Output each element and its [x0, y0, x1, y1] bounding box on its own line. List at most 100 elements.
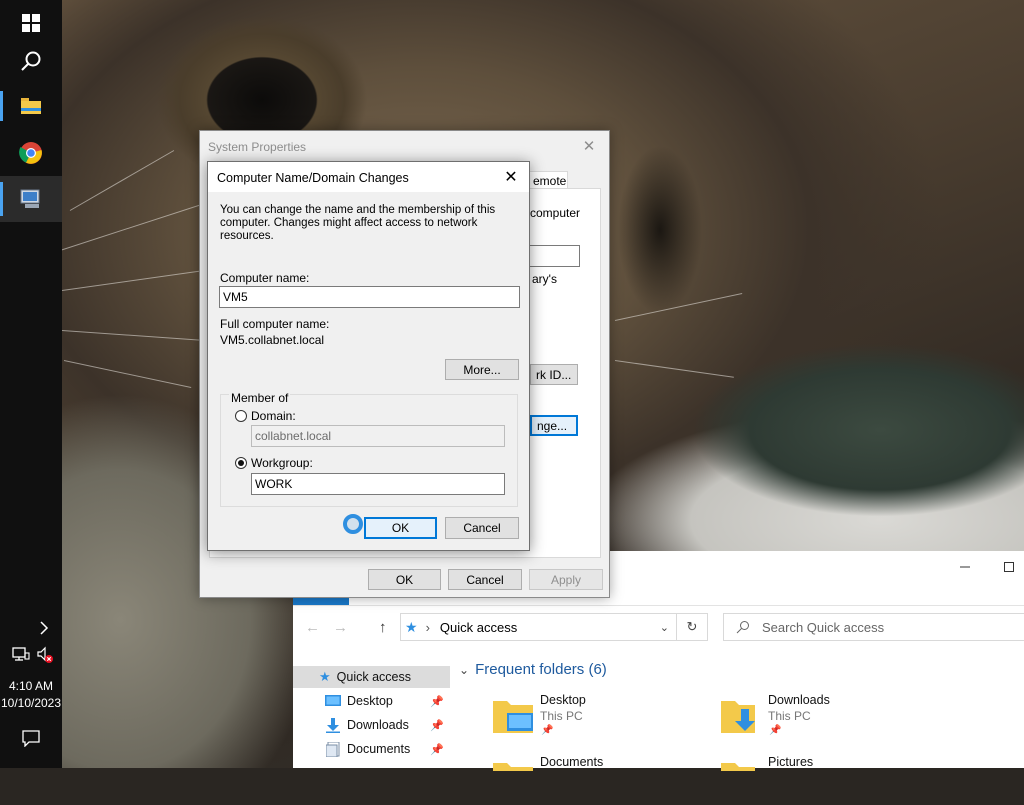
refresh-icon[interactable]: ↻: [676, 614, 707, 640]
nav-item-quick-access[interactable]: ★ Quick access: [293, 666, 450, 688]
taskbar-system-properties[interactable]: [0, 176, 62, 222]
dialog-titlebar: Computer Name/Domain Changes ✕: [208, 162, 529, 192]
ok-button[interactable]: OK: [364, 517, 437, 539]
change-button[interactable]: nge...: [530, 415, 578, 436]
workgroup-label: Workgroup:: [251, 456, 313, 470]
nav-item-desktop[interactable]: Desktop 📌: [293, 690, 450, 712]
file-explorer-icon: [21, 98, 41, 114]
network-tray-button[interactable]: [12, 646, 30, 665]
description-text-fragment-2: ary's: [532, 272, 557, 286]
domain-radio[interactable]: [235, 410, 247, 422]
pin-icon[interactable]: 📌: [430, 719, 444, 732]
ok-button[interactable]: OK: [368, 569, 441, 590]
network-id-button[interactable]: rk ID...: [530, 364, 578, 385]
minimize-button[interactable]: [942, 555, 988, 579]
folder-name: Pictures: [768, 755, 814, 769]
pictures-folder-icon: [721, 763, 755, 771]
quick-access-content: ⌄ Frequent folders (6) Desktop This PC 📌…: [453, 659, 1024, 771]
domain-input[interactable]: collabnet.local: [251, 425, 505, 447]
dialog-description: You can change the name and the membersh…: [220, 204, 496, 242]
apply-button[interactable]: Apply: [529, 569, 603, 590]
notification-icon: [22, 730, 40, 748]
description-text-fragment: computer: [530, 206, 581, 220]
folder-tile-pictures[interactable]: Pictures: [721, 755, 921, 805]
frequent-folders-title: Frequent folders (6): [475, 661, 607, 678]
computer-name-label: Computer name:: [220, 271, 310, 285]
tab-label: emote: [533, 174, 567, 188]
search-quick-access-input[interactable]: Search Quick access: [723, 613, 1024, 641]
volume-tray-button[interactable]: [36, 646, 54, 667]
windows-start-icon: [22, 14, 40, 32]
domain-label: Domain:: [251, 409, 296, 423]
downloads-folder-icon: [721, 701, 755, 733]
dialog-title: Computer Name/Domain Changes: [217, 171, 409, 185]
folder-tile-desktop[interactable]: Desktop This PC 📌: [493, 691, 693, 741]
close-icon: ✕: [504, 169, 518, 186]
chevron-up-icon: [40, 621, 49, 635]
chevron-down-icon[interactable]: ⌄: [660, 621, 669, 634]
frequent-folders-header[interactable]: ⌄ Frequent folders (6): [459, 661, 607, 678]
arrow-up-icon: ↑: [379, 619, 387, 636]
back-button[interactable]: ←: [305, 619, 320, 636]
pin-icon: 📌: [541, 725, 554, 736]
folder-tile-documents[interactable]: Documents: [493, 755, 693, 805]
folder-name: Documents: [540, 755, 604, 769]
up-button[interactable]: ↑: [379, 619, 387, 636]
close-button[interactable]: ✕: [497, 165, 525, 189]
busy-cursor-icon: [343, 514, 363, 534]
workgroup-radio[interactable]: [235, 457, 247, 469]
speaker-muted-icon: [37, 646, 53, 663]
remote-desktop-icon: [20, 189, 40, 208]
taskbar: 4:10 AM 10/10/2023: [0, 0, 62, 768]
member-of-group: Member of Domain: collabnet.local Workgr…: [220, 391, 518, 507]
address-bar[interactable]: ★ › Quick access ⌄ ↻: [400, 613, 708, 641]
workgroup-input[interactable]: WORK: [251, 473, 505, 495]
clock-date[interactable]: 10/10/2023: [0, 696, 62, 710]
search-icon: [21, 51, 41, 71]
minimize-icon: [960, 566, 970, 568]
folder-tile-downloads[interactable]: Downloads This PC 📌: [721, 691, 921, 741]
nav-item-label: Documents: [347, 742, 411, 756]
cancel-button[interactable]: Cancel: [448, 569, 522, 590]
show-hidden-icons-button[interactable]: [38, 620, 50, 639]
computer-name-input[interactable]: VM5: [219, 286, 520, 308]
download-arrow-icon: [326, 717, 340, 733]
pin-icon[interactable]: 📌: [430, 695, 444, 708]
network-icon: [12, 647, 30, 661]
full-computer-name-label: Full computer name:: [220, 317, 330, 331]
documents-folder-icon: [493, 763, 533, 771]
close-button[interactable]: ✕: [575, 135, 603, 157]
taskbar-chrome[interactable]: [0, 130, 62, 176]
navigation-pane: ★ Quick access Desktop 📌 Downloads 📌 Doc…: [293, 659, 450, 768]
clock-time[interactable]: 4:10 AM: [0, 679, 62, 693]
maximize-button[interactable]: [986, 555, 1024, 579]
close-icon: ✕: [582, 138, 596, 155]
computer-name-dialog: Computer Name/Domain Changes ✕ You can c…: [207, 161, 530, 551]
star-icon: ★: [319, 669, 331, 684]
desktop-folder-icon: [325, 694, 341, 706]
more-button[interactable]: More...: [445, 359, 519, 380]
window-title: System Properties: [208, 140, 307, 154]
pin-icon[interactable]: 📌: [430, 743, 444, 756]
full-computer-name-value: VM5.collabnet.local: [220, 333, 325, 347]
maximize-icon: [1004, 562, 1014, 572]
nav-item-documents[interactable]: Documents 📌: [293, 738, 450, 760]
folder-location: This PC: [768, 709, 811, 723]
nav-item-downloads[interactable]: Downloads 📌: [293, 714, 450, 736]
pin-icon: 📌: [769, 725, 782, 736]
action-center-button[interactable]: [21, 729, 41, 750]
search-icon: [736, 621, 749, 634]
address-row: ← → ↑ ★ › Quick access ⌄ ↻ Search Quick …: [293, 611, 1024, 645]
taskbar-file-explorer[interactable]: [0, 83, 62, 129]
member-of-label: Member of: [229, 391, 291, 405]
computer-description-field[interactable]: [528, 245, 580, 267]
chrome-icon: [19, 142, 42, 164]
cancel-button[interactable]: Cancel: [445, 517, 519, 539]
search-button[interactable]: [0, 38, 62, 84]
nav-item-label: Downloads: [347, 718, 409, 732]
forward-button[interactable]: →: [333, 619, 348, 636]
folder-name: Desktop: [540, 693, 586, 707]
address-text: Quick access: [439, 619, 518, 635]
desktop-folder-icon: [493, 701, 533, 733]
arrow-right-icon: →: [333, 619, 348, 636]
